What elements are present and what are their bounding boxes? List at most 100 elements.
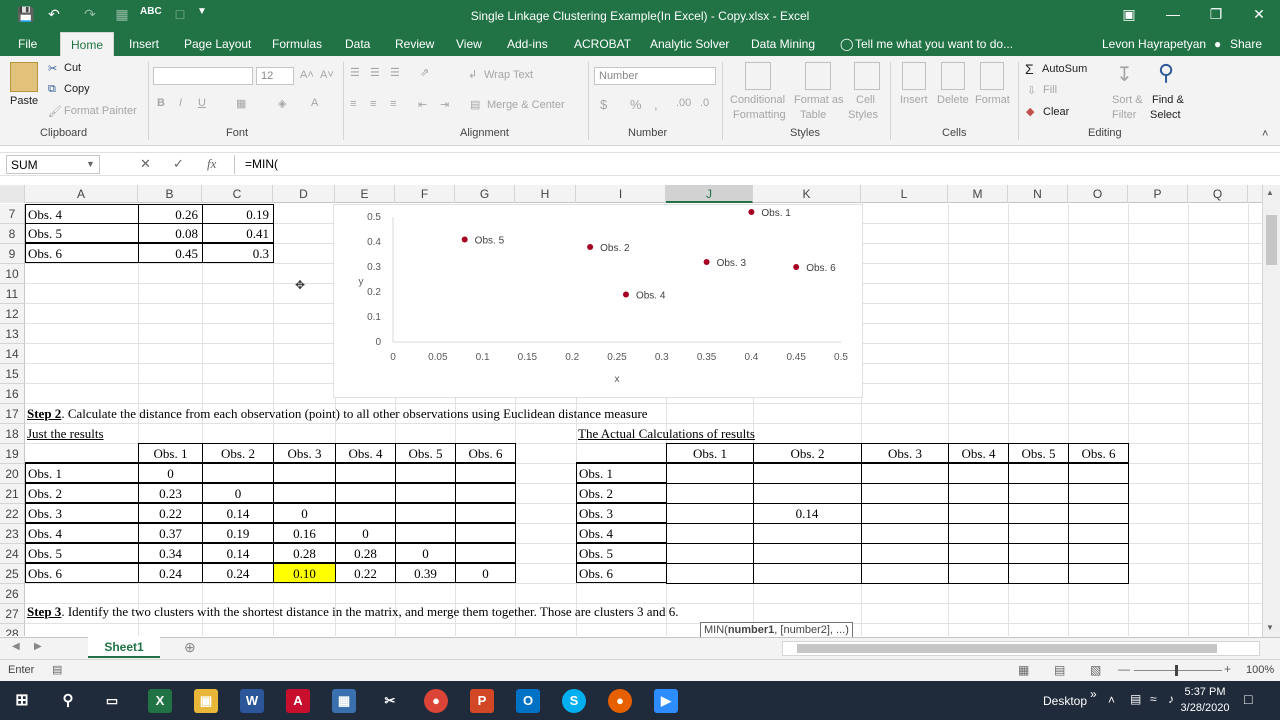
calc-row-label[interactable]: Obs. 1 — [576, 463, 667, 483]
row-header-28[interactable]: 28 — [0, 624, 25, 636]
align-middle-icon[interactable]: ☰ — [370, 66, 380, 79]
just-results-label[interactable]: Just the results — [25, 424, 225, 444]
matrix-cell[interactable] — [395, 523, 456, 543]
col-header-k[interactable]: K — [753, 185, 861, 203]
matrix-row-label[interactable]: Obs. 1 — [25, 463, 139, 483]
matrix-cell[interactable] — [395, 463, 456, 483]
conditional-formatting-button[interactable]: Conditional — [730, 94, 785, 106]
sheet-tab-sheet1[interactable]: Sheet1 — [88, 637, 160, 658]
task-view-icon[interactable]: ▭ — [100, 689, 124, 713]
bold-icon[interactable]: B — [157, 97, 165, 109]
align-top-icon[interactable]: ☰ — [350, 66, 360, 79]
macro-record-icon[interactable]: ▤ — [52, 663, 62, 676]
matrix-cell[interactable]: 0 — [395, 543, 456, 563]
col-header-n[interactable]: N — [1008, 185, 1068, 203]
row-header-25[interactable]: 25 — [0, 564, 25, 584]
name-box-dropdown-icon[interactable]: ▼ — [86, 159, 95, 169]
matrix-header[interactable]: Obs. 4 — [335, 443, 396, 463]
matrix-cell[interactable]: 0 — [138, 463, 203, 483]
calc-row-label[interactable]: Obs. 4 — [576, 523, 667, 543]
tab-acrobat[interactable]: ACROBAT — [574, 37, 631, 51]
normal-view-icon[interactable]: ▦ — [1018, 663, 1029, 677]
user-name[interactable]: Levon Hayrapetyan — [1102, 37, 1206, 51]
function-tooltip[interactable]: MIN(number1, [number2], ...) — [700, 622, 853, 638]
excel-taskbar-icon[interactable]: X — [148, 689, 172, 713]
decrease-decimal-icon[interactable]: .0 — [700, 97, 709, 109]
cell-styles-button[interactable]: Cell — [856, 94, 875, 106]
matrix-cell-highlighted[interactable]: 0.10 — [273, 563, 336, 583]
ribbon-display-icon[interactable]: ▣ — [1114, 6, 1144, 23]
enter-icon[interactable]: ✓ — [173, 156, 184, 172]
windows-start-icon[interactable]: ⊞ — [10, 689, 34, 713]
tab-review[interactable]: Review — [395, 37, 434, 51]
row-header-12[interactable]: 12 — [0, 304, 25, 324]
tab-home[interactable]: Home — [60, 32, 115, 56]
matrix-cell[interactable]: 0.28 — [335, 543, 396, 563]
app-taskbar-icon[interactable]: ▦ — [332, 689, 356, 713]
row-header-16[interactable]: 16 — [0, 384, 25, 404]
toolbar-expand-icon[interactable]: » — [1090, 687, 1097, 701]
skype-taskbar-icon[interactable]: S — [562, 689, 586, 713]
scatter-chart[interactable]: 0 0.05 0.1 0.15 0.2 0.25 0.3 0.35 0.4 0.45 0.5 0 0.1… — [333, 204, 863, 398]
horizontal-scrollbar[interactable] — [782, 641, 1260, 656]
underline-icon[interactable]: U — [198, 97, 206, 109]
powerpoint-taskbar-icon[interactable]: P — [470, 689, 494, 713]
tab-file[interactable]: File — [18, 37, 37, 51]
matrix-header[interactable]: Obs. 5 — [395, 443, 456, 463]
acrobat-taskbar-icon[interactable]: A — [286, 689, 310, 713]
col-header-a[interactable]: A — [25, 185, 138, 203]
tab-formulas[interactable]: Formulas — [272, 37, 322, 51]
matrix-header[interactable]: Obs. 1 — [138, 443, 203, 463]
step3-text[interactable]: Step 3. Identify the two clusters with t… — [25, 602, 925, 622]
matrix-cell[interactable]: 0.28 — [273, 543, 336, 563]
cell-b7[interactable]: 0.26 — [138, 204, 203, 224]
row-header-24[interactable]: 24 — [0, 544, 25, 564]
format-painter-button[interactable]: Format Painter — [64, 105, 137, 117]
scroll-up-icon[interactable]: ▲ — [1266, 188, 1274, 197]
minimize-icon[interactable]: — — [1158, 6, 1188, 22]
matrix-row-label[interactable]: Obs. 3 — [25, 503, 139, 523]
col-header-j[interactable]: J — [666, 185, 753, 203]
col-header-l[interactable]: L — [861, 185, 948, 203]
matrix-cell[interactable]: 0.23 — [138, 483, 203, 503]
matrix-cell[interactable]: 0.37 — [138, 523, 203, 543]
word-taskbar-icon[interactable]: W — [240, 689, 264, 713]
col-header-e[interactable]: E — [335, 185, 395, 203]
calc-header[interactable]: Obs. 6 — [1068, 443, 1129, 463]
cell-c9[interactable]: 0.3 — [202, 243, 274, 263]
align-center-icon[interactable]: ≡ — [370, 98, 376, 110]
cell-a19[interactable] — [25, 443, 139, 463]
matrix-cell[interactable] — [455, 463, 516, 483]
matrix-cell[interactable]: 0 — [335, 523, 396, 543]
decrease-indent-icon[interactable]: ⇤ — [418, 98, 427, 111]
matrix-cell[interactable]: 0 — [273, 503, 336, 523]
currency-icon[interactable]: $ — [600, 97, 607, 112]
number-format-dropdown[interactable]: Number — [594, 67, 716, 85]
row-header-18[interactable]: 18 — [0, 424, 25, 444]
col-header-q[interactable]: Q — [1188, 185, 1248, 203]
tell-me-input[interactable]: Tell me what you want to do... — [855, 37, 1013, 51]
network-icon[interactable]: ▤ — [1130, 692, 1141, 706]
add-sheet-icon[interactable]: ⊕ — [184, 639, 196, 656]
row-header-27[interactable]: 27 — [0, 604, 25, 624]
matrix-cell[interactable] — [455, 483, 516, 503]
insert-function-icon[interactable]: fx — [207, 156, 216, 172]
matrix-cell[interactable]: 0.16 — [273, 523, 336, 543]
clock-date[interactable]: 3/28/2020 — [1174, 702, 1236, 714]
cell-a9[interactable]: Obs. 6 — [25, 243, 139, 263]
matrix-cell[interactable]: 0.24 — [138, 563, 203, 583]
cell-b8[interactable]: 0.08 — [138, 223, 203, 243]
paste-icon[interactable] — [10, 62, 38, 92]
fill-color-icon[interactable]: ◈ — [278, 97, 286, 110]
matrix-row-label[interactable]: Obs. 6 — [25, 563, 139, 583]
increase-indent-icon[interactable]: ⇥ — [440, 98, 449, 111]
calc-header[interactable]: Obs. 5 — [1008, 443, 1069, 463]
font-size-dropdown[interactable]: 12 — [256, 67, 294, 85]
row-header-17[interactable]: 17 — [0, 404, 25, 424]
cell-a7[interactable]: Obs. 4 — [25, 204, 139, 224]
step2-text[interactable]: Step 2. Calculate the distance from each… — [25, 404, 825, 424]
row-header-14[interactable]: 14 — [0, 344, 25, 364]
firefox-taskbar-icon[interactable]: ● — [608, 689, 632, 713]
horizontal-scroll-thumb[interactable] — [797, 644, 1217, 653]
col-header-b[interactable]: B — [138, 185, 202, 203]
